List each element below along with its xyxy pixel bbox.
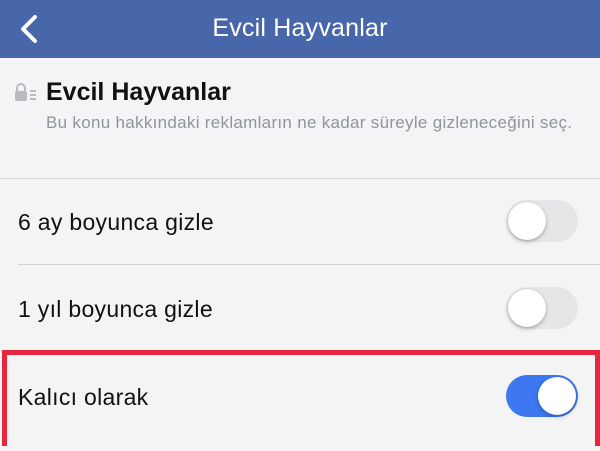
- toggle-switch[interactable]: [506, 200, 578, 242]
- topic-title: Evcil Hayvanlar: [46, 78, 231, 106]
- option-row-1-year[interactable]: 1 yıl boyunca gizle: [0, 265, 600, 353]
- option-label: 1 yıl boyunca gizle: [18, 296, 213, 322]
- topic-description: Bu konu hakkındaki reklamların ne kadar …: [46, 113, 573, 132]
- lock-icon: [15, 83, 36, 101]
- toggle-switch[interactable]: [506, 375, 578, 417]
- option-row-6-months[interactable]: 6 ay boyunca gizle: [0, 178, 600, 266]
- toggle-knob: [508, 289, 546, 327]
- topic-header: Evcil Hayvanlar Bu konu hakkındaki rekla…: [0, 58, 600, 179]
- option-row-permanent[interactable]: Kalıcı olarak: [0, 353, 600, 441]
- toggle-knob: [538, 377, 576, 415]
- option-label: Kalıcı olarak: [18, 384, 149, 410]
- toggle-switch[interactable]: [506, 287, 578, 329]
- bottom-edge: [0, 446, 600, 451]
- page-title: Evcil Hayvanlar: [212, 14, 388, 42]
- option-label: 6 ay boyunca gizle: [18, 209, 214, 235]
- toggle-knob: [508, 202, 546, 240]
- navigation-bar: Evcil Hayvanlar: [0, 0, 600, 58]
